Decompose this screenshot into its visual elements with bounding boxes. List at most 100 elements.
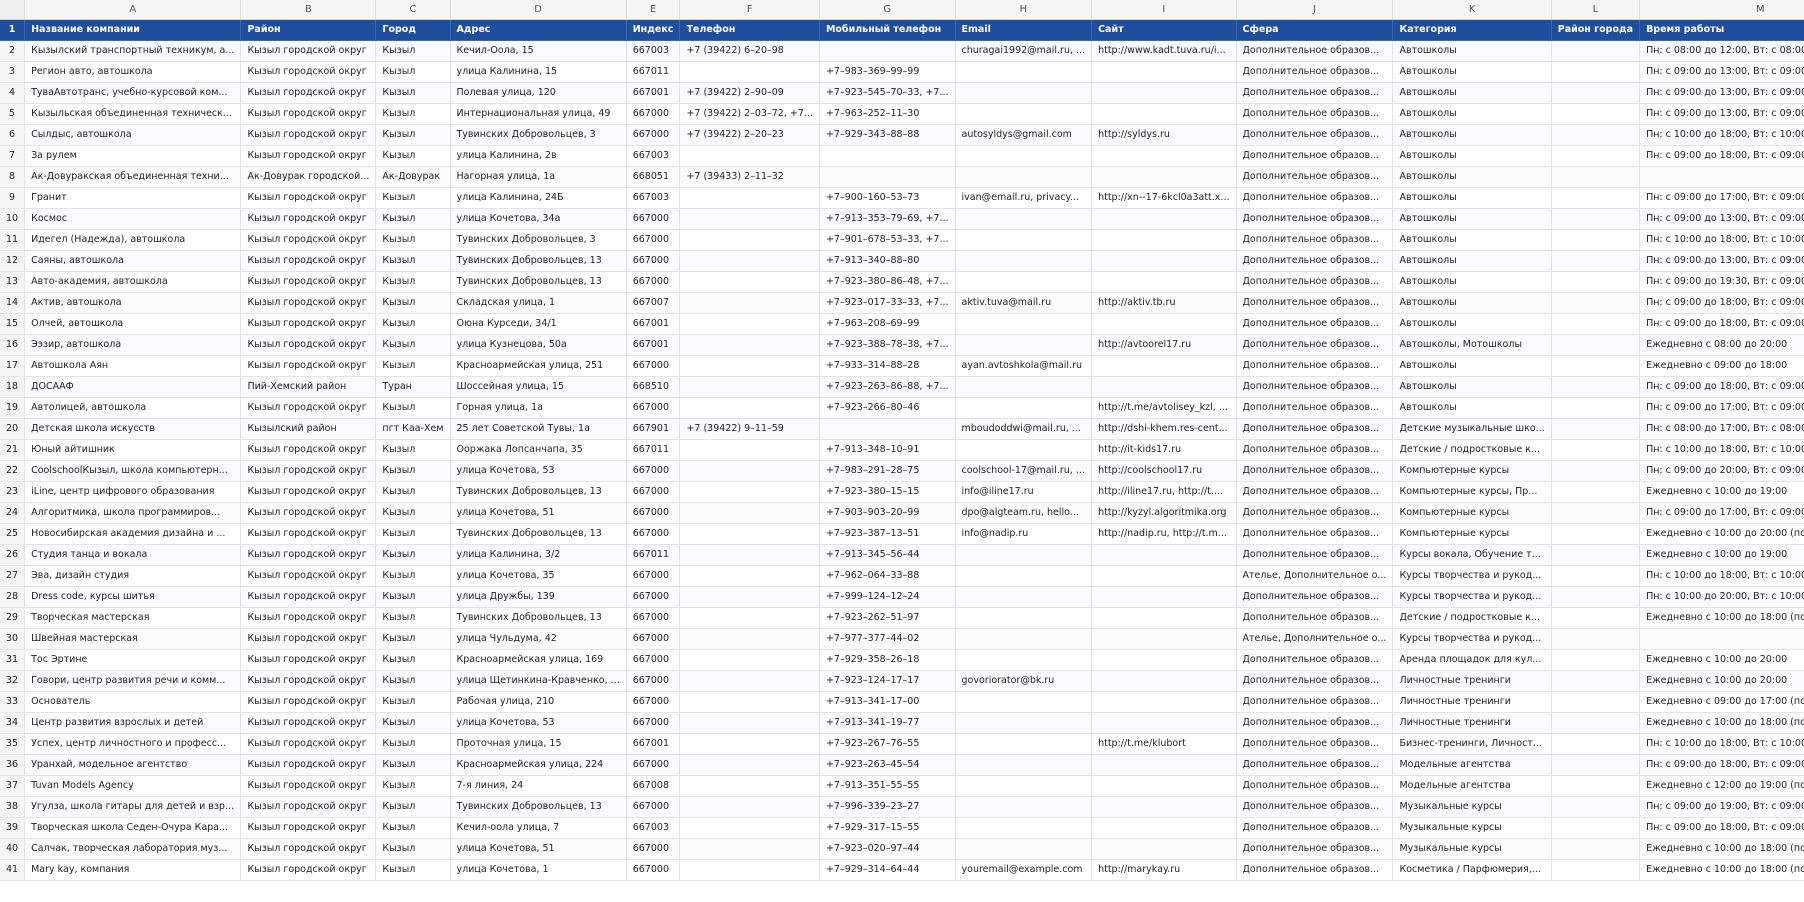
cell-hours[interactable]: Пн: с 09:00 до 13:00, Вт: с 09:00 до 13:…	[1639, 103, 1804, 125]
cell-city[interactable]: Кызыл	[375, 859, 451, 881]
cell-city[interactable]: Кызыл	[375, 586, 451, 608]
cell-district[interactable]: Кызыл городской округ	[240, 859, 377, 881]
cell-company[interactable]: iLine, центр цифрового образования	[24, 481, 242, 503]
cell-district[interactable]: Кызыл городской округ	[240, 754, 377, 776]
cell-address[interactable]: Красноармейская улица, 251	[450, 355, 627, 377]
cell-mobile[interactable]: +7–913–341–19–77	[819, 712, 956, 734]
column-header-e[interactable]: E	[626, 0, 681, 20]
cell-address[interactable]: Ооржака Лопсанчапа, 35	[450, 439, 627, 461]
cell-site[interactable]	[1091, 103, 1237, 125]
cell-company[interactable]: Студия танца и вокала	[24, 544, 242, 566]
cell-address[interactable]: улица Кочетова, 53	[450, 712, 627, 734]
cell-category[interactable]: Личностные тренинги	[1392, 670, 1552, 692]
cell-district[interactable]: Кызыл городской округ	[240, 775, 377, 797]
cell-city-district[interactable]	[1551, 754, 1641, 776]
cell-city[interactable]: Кызыл	[375, 838, 451, 860]
cell-city[interactable]: Кызыл	[375, 817, 451, 839]
cell-address[interactable]: улица Калинина, 3/2	[450, 544, 627, 566]
cell-company[interactable]: Творческая мастерская	[24, 607, 242, 629]
cell-city-district[interactable]	[1551, 460, 1641, 482]
cell-category[interactable]: Автошколы	[1392, 82, 1552, 104]
cell-hours[interactable]: Ежедневно с 12:00 до 19:00 (по предвари.…	[1639, 775, 1804, 797]
cell-index[interactable]: 667011	[626, 61, 681, 83]
cell-hours[interactable]: Пн: с 09:00 до 13:00, Вт: с 09:00 до 13:…	[1639, 250, 1804, 272]
cell-hours[interactable]: Пн: с 08:00 до 17:00, Вт: с 08:00 до 17:…	[1639, 418, 1804, 440]
cell-index[interactable]: 667003	[626, 187, 681, 209]
cell-category[interactable]: Детские / подростковые к...	[1392, 607, 1552, 629]
cell-email[interactable]: churagai1992@mail.ru, ...	[955, 40, 1093, 62]
cell-mobile[interactable]: +7–901–678–53–33, +7...	[819, 229, 956, 251]
cell-email[interactable]	[955, 61, 1093, 83]
cell-district[interactable]: Кызыл городской округ	[240, 313, 377, 335]
cell-district[interactable]: Кызыл городской округ	[240, 124, 377, 146]
cell-city[interactable]: Кызыл	[375, 523, 451, 545]
cell-company[interactable]: Угулза, школа гитары для детей и взр...	[24, 796, 242, 818]
row-number[interactable]: 41	[0, 859, 26, 881]
cell-email[interactable]: ayan.avtoshkola@mail.ru	[955, 355, 1093, 377]
cell-email[interactable]	[955, 754, 1093, 776]
cell-hours[interactable]: Ежедневно с 08:00 до 20:00	[1639, 334, 1804, 356]
cell-email[interactable]: info@nadip.ru	[955, 523, 1093, 545]
cell-district[interactable]: Кызыл городской округ	[240, 397, 377, 419]
cell-phone[interactable]	[679, 313, 820, 335]
cell-address[interactable]: Шоссейная улица, 15	[450, 376, 627, 398]
cell-company[interactable]: Кызыльская объединенная техническ...	[24, 103, 242, 125]
cell-city[interactable]: Кызыл	[375, 691, 451, 713]
row-number[interactable]: 32	[0, 670, 26, 692]
cell-index[interactable]: 667000	[626, 103, 681, 125]
cell-company[interactable]: Космос	[24, 208, 242, 230]
cell-sphere[interactable]: Дополнительное образов...	[1236, 124, 1394, 146]
cell-email[interactable]	[955, 775, 1093, 797]
cell-hours[interactable]: Ежедневно с 10:00 до 20:00	[1639, 649, 1804, 671]
cell-hours[interactable]: Пн: с 09:00 до 13:00, Вт: с 09:00 до 13:…	[1639, 61, 1804, 83]
cell-hours[interactable]: Ежедневно с 10:00 до 18:00 (по предвари.…	[1639, 607, 1804, 629]
cell-mobile[interactable]: +7–923–545–70–33, +7...	[819, 82, 956, 104]
header-cell-category[interactable]: Категория	[1392, 19, 1552, 41]
cell-sphere[interactable]: Дополнительное образов...	[1236, 754, 1394, 776]
cell-phone[interactable]	[679, 292, 820, 314]
cell-hours[interactable]: Пн: с 09:00 до 18:00, Вт: с 09:00 до 18:…	[1639, 754, 1804, 776]
cell-district[interactable]: Кызыл городской округ	[240, 628, 377, 650]
cell-district[interactable]: Кызыл городской округ	[240, 40, 377, 62]
cell-phone[interactable]	[679, 544, 820, 566]
cell-address[interactable]: Рабочая улица, 210	[450, 691, 627, 713]
cell-phone[interactable]: +7 (39422) 2–03–72, +7...	[679, 103, 820, 125]
row-number[interactable]: 11	[0, 229, 26, 251]
cell-phone[interactable]	[679, 670, 820, 692]
cell-index[interactable]: 667000	[626, 481, 681, 503]
cell-mobile[interactable]: +7–913–351–55–55	[819, 775, 956, 797]
cell-mobile[interactable]: +7–923–387–13–51	[819, 523, 956, 545]
cell-address[interactable]: Красноармейская улица, 224	[450, 754, 627, 776]
header-cell-site[interactable]: Сайт	[1091, 19, 1237, 41]
cell-district[interactable]: Кызыл городской округ	[240, 712, 377, 734]
cell-sphere[interactable]: Дополнительное образов...	[1236, 481, 1394, 503]
cell-company[interactable]: Гранит	[24, 187, 242, 209]
cell-address[interactable]: улица Щетинкина-Кравченко, ...	[450, 670, 627, 692]
cell-email[interactable]	[955, 397, 1093, 419]
cell-address[interactable]: улица Кочетова, 34а	[450, 208, 627, 230]
cell-index[interactable]: 667003	[626, 817, 681, 839]
cell-district[interactable]: Кызыл городской округ	[240, 565, 377, 587]
cell-index[interactable]: 667007	[626, 292, 681, 314]
cell-category[interactable]: Компьютерные курсы, Пр...	[1392, 481, 1552, 503]
cell-city-district[interactable]	[1551, 523, 1641, 545]
header-cell-hours[interactable]: Время работы	[1639, 19, 1804, 41]
cell-sphere[interactable]: Дополнительное образов...	[1236, 649, 1394, 671]
cell-index[interactable]: 667011	[626, 544, 681, 566]
cell-district[interactable]: Кызыл городской округ	[240, 334, 377, 356]
cell-site[interactable]	[1091, 670, 1237, 692]
cell-site[interactable]	[1091, 754, 1237, 776]
cell-company[interactable]: Говори, центр развития речи и комм...	[24, 670, 242, 692]
cell-phone[interactable]	[679, 817, 820, 839]
row-number[interactable]: 14	[0, 292, 26, 314]
cell-city[interactable]: Кызыл	[375, 439, 451, 461]
cell-city-district[interactable]	[1551, 733, 1641, 755]
cell-phone[interactable]	[679, 250, 820, 272]
cell-site[interactable]: http://t.me/avtolisey_kzl, ...	[1091, 397, 1237, 419]
row-number[interactable]: 8	[0, 166, 26, 188]
cell-email[interactable]	[955, 544, 1093, 566]
cell-address[interactable]: Тувинских Добровольцев, 13	[450, 250, 627, 272]
cell-email[interactable]	[955, 208, 1093, 230]
row-number[interactable]: 31	[0, 649, 26, 671]
cell-mobile[interactable]	[819, 166, 956, 188]
